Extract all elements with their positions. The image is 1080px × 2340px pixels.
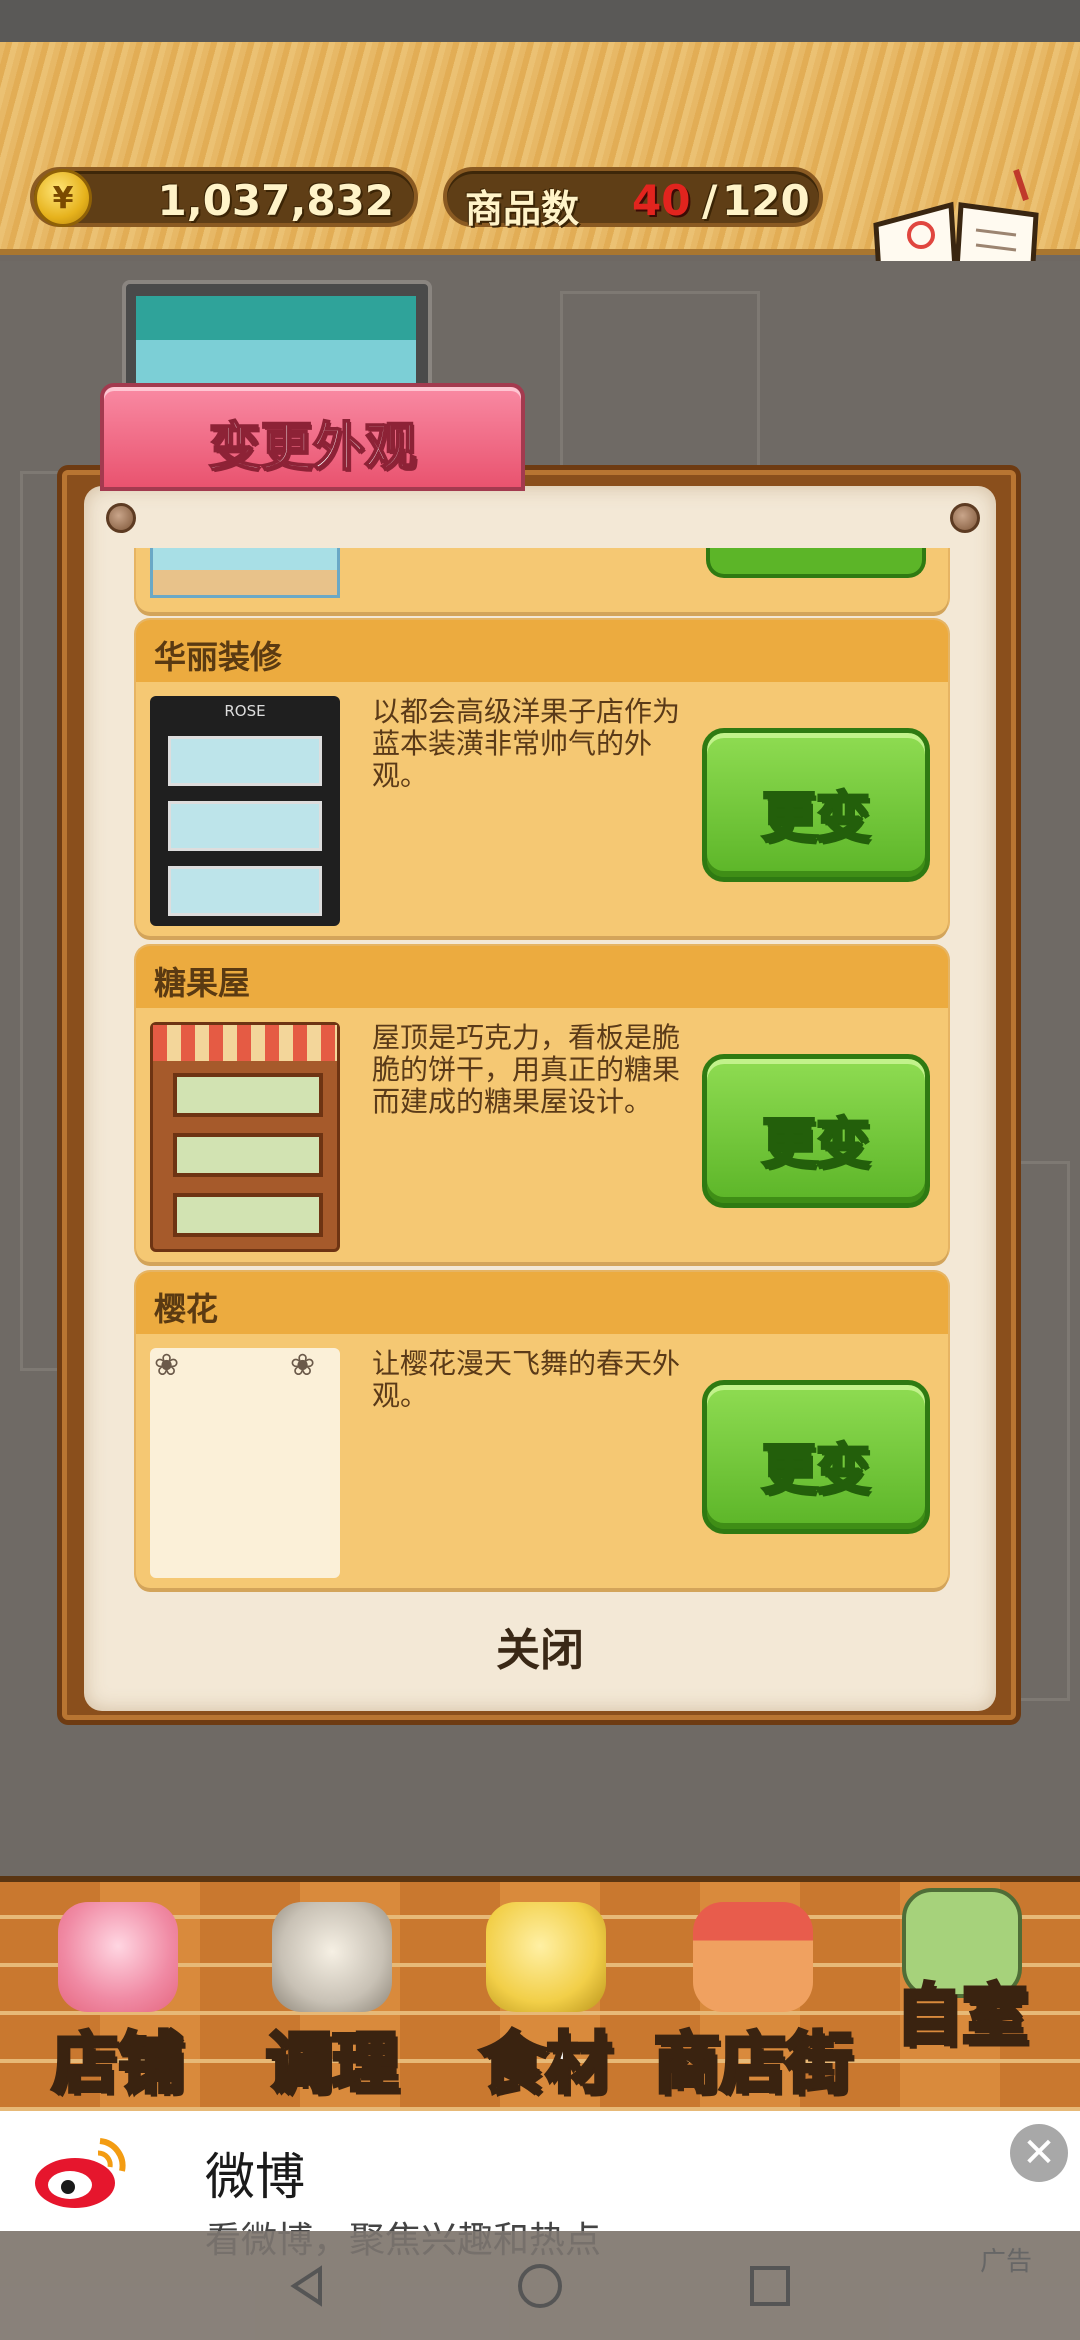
nav-shopping-street[interactable]: 商店街 bbox=[648, 1882, 858, 2117]
appearance-card-partial bbox=[136, 548, 948, 612]
status-bar bbox=[0, 0, 1080, 42]
appearance-card-sakura: 樱花 ❀ ❀ 让樱花漫天飞舞的春天外观。 更变 bbox=[136, 1272, 948, 1588]
pin-icon bbox=[106, 503, 136, 533]
nav-label: 调理 bbox=[264, 2023, 400, 2104]
nav-ingredients[interactable]: 食材 bbox=[446, 1882, 646, 2117]
product-count-current: 40 bbox=[632, 176, 691, 225]
appearance-name: 华丽装修 bbox=[154, 638, 283, 676]
home-icon[interactable] bbox=[515, 2261, 565, 2311]
thumb-shelf bbox=[173, 1073, 323, 1117]
shop-street-icon bbox=[693, 1902, 813, 2012]
weibo-logo-icon bbox=[35, 2138, 126, 2208]
appearance-description: 屋顶是巧克力，看板是脆脆的饼干，用真正的糖果而建成的糖果屋设计。 bbox=[372, 1021, 681, 1118]
appearance-description: 让樱花漫天飞舞的春天外观。 bbox=[372, 1347, 681, 1412]
card-header: 糖果屋 bbox=[136, 946, 948, 1008]
ad-title: 微博 bbox=[205, 2148, 305, 2206]
product-count-total: 120 bbox=[722, 176, 810, 225]
appearance-thumb bbox=[150, 1022, 340, 1252]
card-header: 樱花 bbox=[136, 1272, 948, 1334]
game-screen: ¥ 1,037,832 商品数 40 / 120 食谱 变更外观 bbox=[0, 0, 1080, 2340]
thumb-shelf bbox=[168, 866, 322, 916]
close-icon[interactable]: ✕ bbox=[1010, 2124, 1068, 2182]
nav-label: 商店街 bbox=[652, 2023, 854, 2104]
thumb-shelf bbox=[173, 1133, 323, 1177]
close-button[interactable]: 关闭 bbox=[495, 1614, 585, 1676]
appearance-card-candy: 糖果屋 屋顶是巧克力，看板是脆脆的饼干，用真正的糖果而建成的糖果屋设计。 更变 bbox=[136, 946, 948, 1262]
change-button-partial[interactable] bbox=[706, 548, 926, 578]
appearance-name: 樱花 bbox=[154, 1290, 219, 1328]
thumb-shelf bbox=[168, 736, 322, 786]
yen-coin-icon: ¥ bbox=[34, 169, 92, 227]
nav-shop[interactable]: 店铺 bbox=[18, 1882, 218, 2117]
thumb-shelf bbox=[168, 801, 322, 851]
appearance-description: 以都会高级洋果子店作为蓝本装潢非常帅气的外观。 bbox=[372, 695, 681, 792]
appearance-list[interactable]: 华丽装修 ROSE 以都会高级洋果子店作为蓝本装潢非常帅气的外观。 更变 糖果屋 bbox=[132, 548, 952, 1598]
modal-title: 变更外观 bbox=[207, 417, 417, 479]
cake-icon bbox=[58, 1902, 178, 2012]
system-navigation-bar: 广告 bbox=[0, 2231, 1080, 2340]
pin-icon bbox=[950, 503, 980, 533]
bottom-navigation: 店铺 调理 食材 商店街 自室 bbox=[0, 1876, 1080, 2111]
nav-cooking[interactable]: 调理 bbox=[232, 1882, 432, 2117]
nav-label: 食材 bbox=[478, 2023, 614, 2104]
flour-sack-icon bbox=[486, 1902, 606, 2012]
recents-icon[interactable] bbox=[745, 2261, 795, 2311]
card-header: 华丽装修 bbox=[136, 620, 948, 682]
change-button-label: 更变 bbox=[761, 785, 872, 851]
appearance-card-luxe: 华丽装修 ROSE 以都会高级洋果子店作为蓝本装潢非常帅气的外观。 更变 bbox=[136, 620, 948, 936]
nav-label: 自室 bbox=[894, 1975, 1030, 2056]
product-count-separator: / bbox=[702, 176, 718, 225]
change-button[interactable]: 更变 bbox=[702, 728, 930, 882]
appearance-thumb bbox=[150, 548, 340, 598]
nav-label: 店铺 bbox=[50, 2023, 186, 2104]
product-count-label: 商品数 bbox=[465, 187, 580, 231]
modal-title-tab: 变更外观 bbox=[100, 383, 525, 491]
money-value: 1,037,832 bbox=[157, 176, 394, 225]
thumb-shelf bbox=[173, 1193, 323, 1237]
change-button-label: 更变 bbox=[761, 1111, 872, 1177]
thumb-sign: ROSE bbox=[224, 702, 266, 720]
appearance-thumb: ROSE bbox=[150, 696, 340, 926]
sakura-branch-icon: ❀ bbox=[154, 1348, 180, 1383]
ad-banner[interactable]: 微博 看微博，聚焦兴趣和热点 bbox=[0, 2111, 1080, 2261]
ad-tag: 广告 bbox=[980, 2247, 1033, 2277]
nav-my-room[interactable]: 自室 bbox=[862, 1882, 1062, 2117]
product-count-display: 商品数 40 / 120 bbox=[443, 167, 823, 231]
appearance-thumb: ❀ ❀ bbox=[150, 1348, 340, 1578]
change-button-label: 更变 bbox=[761, 1437, 872, 1503]
change-button[interactable]: 更变 bbox=[702, 1054, 930, 1208]
appearance-name: 糖果屋 bbox=[154, 964, 251, 1002]
money-display: ¥ 1,037,832 bbox=[30, 167, 418, 227]
back-icon[interactable] bbox=[282, 2261, 332, 2311]
sakura-branch-icon: ❀ bbox=[290, 1348, 316, 1383]
mixing-bowl-icon bbox=[272, 1902, 392, 2012]
change-button[interactable]: 更变 bbox=[702, 1380, 930, 1534]
thumb-roof bbox=[153, 1025, 337, 1061]
